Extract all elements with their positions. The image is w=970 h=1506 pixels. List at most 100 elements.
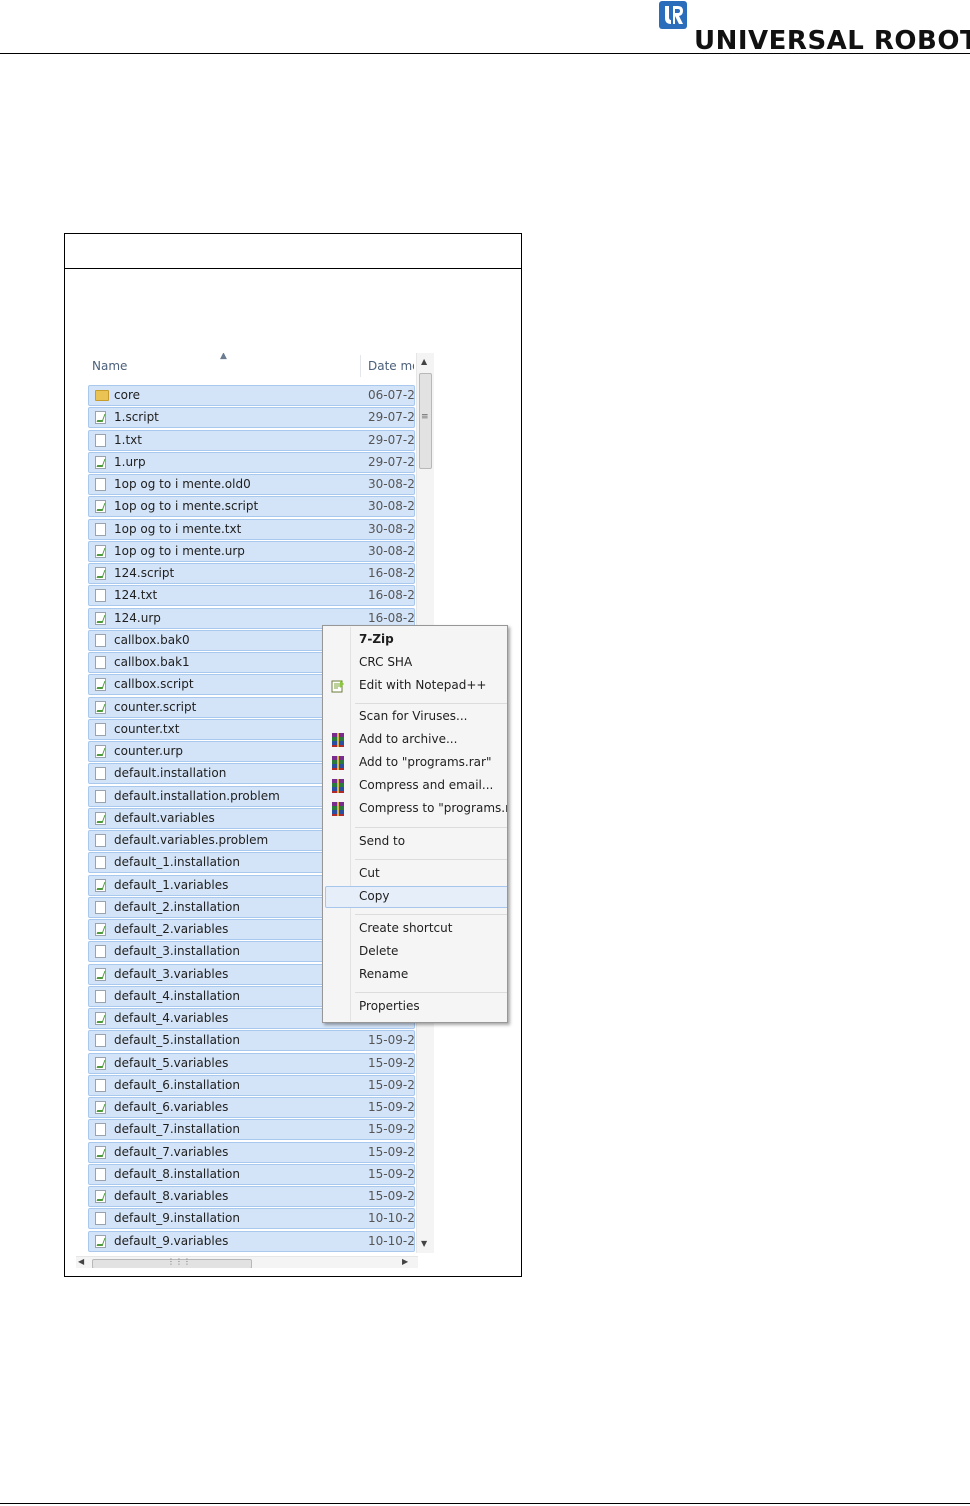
scroll-up-arrow-icon[interactable]: ▲ bbox=[421, 357, 427, 366]
file-name: default.variables bbox=[114, 810, 215, 825]
column-divider[interactable] bbox=[360, 355, 361, 377]
file-row[interactable]: 1.txt 29-07-20 bbox=[88, 429, 415, 451]
file-date-modified: 29-07-20 bbox=[368, 432, 414, 447]
file-type-icon bbox=[95, 1101, 106, 1114]
file-row[interactable]: 1.script 29-07-20 bbox=[88, 407, 415, 429]
file-type-icon bbox=[95, 478, 106, 491]
file-name: 1op og to i mente.old0 bbox=[114, 477, 251, 491]
menu-item-create-shortcut[interactable]: Create shortcut bbox=[325, 918, 507, 940]
file-name: default.installation.problem bbox=[114, 788, 280, 803]
file-date-modified: 10-10-20 bbox=[368, 1233, 414, 1248]
file-type-icon bbox=[95, 1078, 106, 1092]
file-type-icon bbox=[95, 1012, 106, 1025]
file-name: 124.urp bbox=[114, 610, 161, 625]
column-header-name[interactable]: Name bbox=[92, 359, 127, 373]
scroll-down-arrow-icon[interactable]: ▼ bbox=[421, 1239, 427, 1248]
file-type-icon bbox=[95, 789, 106, 803]
file-name: callbox.bak0 bbox=[114, 632, 190, 647]
file-name: default_5.installation bbox=[114, 1033, 240, 1048]
menu-separator bbox=[355, 859, 507, 860]
menu-item-rename[interactable]: Rename bbox=[325, 964, 507, 986]
menu-item-compress-and-email[interactable]: Compress and email... bbox=[325, 775, 507, 797]
file-row[interactable]: default_5.installation 15-09-20 bbox=[88, 1030, 415, 1052]
file-name: default_8.variables bbox=[114, 1189, 229, 1203]
file-row[interactable]: default_9.installation 10-10-20 bbox=[88, 1208, 415, 1230]
file-row[interactable]: default_6.variables 15-09-20 bbox=[88, 1097, 415, 1118]
vertical-scroll-thumb[interactable]: ≡ bbox=[419, 373, 432, 469]
winrar-icon bbox=[330, 755, 346, 771]
menu-item-7-zip[interactable]: 7-Zip bbox=[325, 629, 507, 651]
file-type-icon bbox=[95, 923, 106, 936]
file-type-icon bbox=[95, 500, 106, 514]
file-name: counter.txt bbox=[114, 721, 180, 736]
file-name: 1op og to i mente.txt bbox=[114, 521, 242, 536]
menu-separator bbox=[355, 703, 507, 704]
file-type-icon bbox=[95, 656, 106, 669]
menu-item-copy[interactable]: Copy bbox=[325, 886, 507, 908]
scroll-right-arrow-icon[interactable]: ▶ bbox=[402, 1257, 408, 1266]
file-type-icon bbox=[95, 1123, 106, 1137]
menu-item-cut[interactable]: Cut bbox=[325, 863, 507, 885]
file-date-modified: 15-09-20 bbox=[368, 1122, 414, 1137]
file-name: 1op og to i mente.script bbox=[114, 499, 259, 514]
file-date-modified: 16-08-20 bbox=[368, 610, 414, 625]
file-row[interactable]: default_6.installation 15-09-20 bbox=[88, 1074, 415, 1096]
menu-item-label: Compress to "programs.rar" and email bbox=[359, 801, 507, 815]
file-type-icon bbox=[95, 722, 106, 736]
file-row[interactable]: 1op og to i mente.urp 30-08-20 bbox=[88, 540, 415, 562]
file-name: core bbox=[114, 388, 140, 402]
file-type-icon bbox=[95, 1145, 106, 1159]
menu-item-properties[interactable]: Properties bbox=[325, 996, 507, 1018]
column-header-date-modified[interactable]: Date mo bbox=[368, 359, 414, 373]
menu-item-label: Edit with Notepad++ bbox=[359, 678, 487, 692]
grip-icon: ⋮⋮⋮ bbox=[167, 1257, 191, 1266]
menu-item-label: Compress and email... bbox=[359, 778, 494, 792]
horizontal-scrollbar[interactable]: ◀ ⋮⋮⋮ ▶ bbox=[76, 1256, 418, 1268]
file-type-icon bbox=[95, 678, 106, 692]
menu-item-delete[interactable]: Delete bbox=[325, 941, 507, 963]
file-row[interactable]: default_8.variables 15-09-20 bbox=[88, 1186, 415, 1207]
brand-name: UNIVERSAL ROBOTS bbox=[694, 26, 970, 56]
file-row[interactable]: default_8.installation 15-09-20 bbox=[88, 1163, 415, 1185]
file-row[interactable]: default_7.variables 15-09-20 bbox=[88, 1141, 415, 1163]
file-type-icon bbox=[95, 745, 106, 758]
winrar-icon bbox=[330, 801, 346, 817]
file-type-icon bbox=[95, 967, 106, 981]
column-header-bar: Name ▲ Date mo bbox=[76, 353, 418, 379]
menu-item-send-to[interactable]: Send to bbox=[325, 831, 507, 853]
file-row[interactable]: default_9.variables 10-10-20 bbox=[88, 1230, 415, 1252]
file-row[interactable]: 124.txt 16-08-20 bbox=[88, 585, 415, 607]
menu-item-scan-for-viruses[interactable]: Scan for Viruses... bbox=[325, 706, 507, 728]
horizontal-scroll-thumb[interactable]: ⋮⋮⋮ bbox=[92, 1257, 252, 1268]
universal-robots-logo-icon bbox=[659, 1, 687, 29]
file-row[interactable]: 1.urp 29-07-20 bbox=[88, 451, 415, 473]
file-row[interactable]: 1op og to i mente.script 30-08-20 bbox=[88, 496, 415, 518]
file-row[interactable]: core 06-07-20 bbox=[88, 385, 415, 406]
file-row[interactable]: 1op og to i mente.txt 30-08-20 bbox=[88, 518, 415, 540]
menu-item-edit-with-notepad[interactable]: Edit with Notepad++ bbox=[325, 675, 507, 697]
menu-item-compress-to-programs-rar-and-email[interactable]: Compress to "programs.rar" and email bbox=[325, 798, 507, 820]
menu-item-add-to-archive[interactable]: Add to archive... bbox=[325, 729, 507, 751]
scroll-left-arrow-icon[interactable]: ◀ bbox=[78, 1257, 84, 1266]
file-date-modified: 15-09-20 bbox=[368, 1033, 414, 1048]
file-name: default_5.variables bbox=[114, 1055, 229, 1070]
file-row[interactable]: default_5.variables 15-09-20 bbox=[88, 1052, 415, 1074]
header-rule bbox=[0, 53, 970, 54]
file-row[interactable]: 1op og to i mente.old0 30-08-20 bbox=[88, 474, 415, 495]
menu-item-label: Add to archive... bbox=[359, 732, 458, 746]
file-type-icon bbox=[95, 522, 106, 536]
menu-item-label: Rename bbox=[359, 967, 409, 981]
menu-item-add-to-programs-rar[interactable]: Add to "programs.rar" bbox=[325, 752, 507, 774]
menu-separator bbox=[355, 827, 507, 828]
menu-item-crc-sha[interactable]: CRC SHA bbox=[325, 652, 507, 674]
file-row[interactable]: default_7.installation 15-09-20 bbox=[88, 1119, 415, 1141]
menu-item-label: Copy bbox=[359, 889, 390, 903]
file-row[interactable]: 124.script 16-08-20 bbox=[88, 563, 415, 584]
file-type-icon bbox=[95, 811, 106, 825]
file-name: 124.script bbox=[114, 566, 175, 580]
file-name: default_9.installation bbox=[114, 1211, 240, 1226]
file-name: default_3.installation bbox=[114, 944, 240, 959]
file-name: default_6.variables bbox=[114, 1100, 229, 1114]
file-date-modified: 15-09-20 bbox=[368, 1144, 414, 1159]
file-name: default_7.variables bbox=[114, 1144, 229, 1159]
